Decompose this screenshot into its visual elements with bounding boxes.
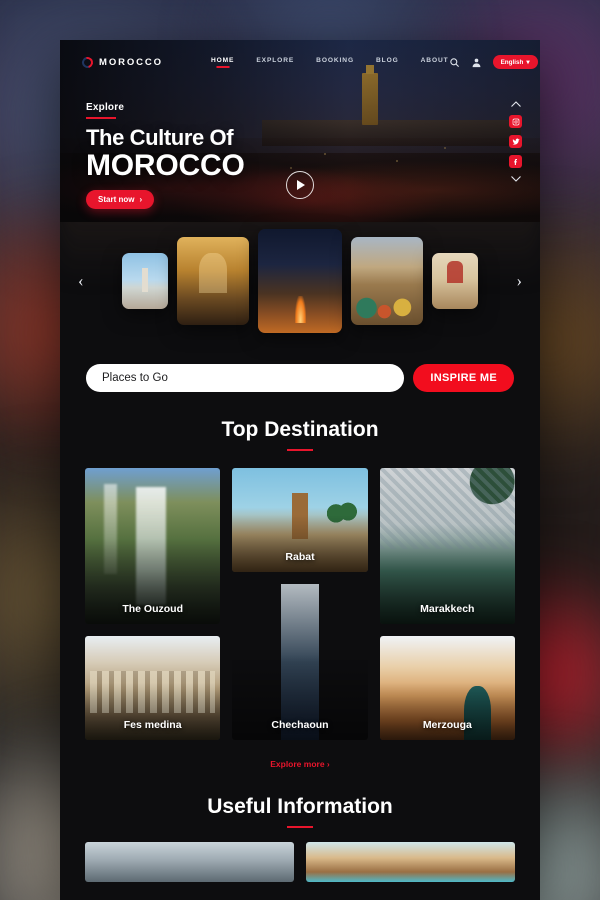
carousel-slide-minaret[interactable] bbox=[122, 253, 168, 309]
carousel-slide-shrine[interactable] bbox=[432, 253, 478, 309]
website-mockup: MOROCCO HOME EXPLORE BOOKING BLOG ABOUT … bbox=[60, 40, 540, 900]
destination-label: Merzouga bbox=[422, 719, 472, 731]
nav-link-booking[interactable]: BOOKING bbox=[316, 57, 354, 68]
destination-card-fes-medina[interactable]: Fes medina bbox=[85, 636, 221, 740]
info-card-1[interactable] bbox=[85, 842, 294, 882]
user-icon[interactable] bbox=[471, 57, 482, 68]
carousel-prev-button[interactable]: ‹ bbox=[78, 271, 84, 291]
twitter-icon[interactable] bbox=[509, 135, 522, 148]
nav-link-explore[interactable]: EXPLORE bbox=[256, 57, 294, 68]
nav-link-home[interactable]: HOME bbox=[211, 57, 234, 68]
destination-carousel: ‹ › bbox=[60, 222, 540, 340]
carousel-slide-desert-campfire[interactable] bbox=[258, 229, 342, 333]
destination-column-2: Rabat Chechaoun bbox=[232, 468, 368, 740]
facebook-icon[interactable] bbox=[509, 155, 522, 168]
hero-eyebrow: Explore bbox=[86, 102, 125, 113]
hero-title-line1: The Culture Of bbox=[86, 124, 234, 150]
carousel-slide-tannery[interactable] bbox=[351, 237, 423, 325]
nav-link-about[interactable]: ABOUT bbox=[421, 57, 449, 68]
destination-label: The Ouzoud bbox=[122, 603, 183, 615]
carousel-slide-riad-interior[interactable] bbox=[177, 237, 249, 325]
destination-card-marakkech[interactable]: Marakkech bbox=[379, 468, 515, 624]
hero-title-line2: MOROCCO bbox=[86, 148, 245, 182]
nav-actions: English ▾ bbox=[449, 55, 538, 69]
inspire-me-button[interactable]: INSPIRE ME bbox=[413, 364, 514, 392]
destination-card-merzouga[interactable]: Merzouga bbox=[379, 636, 515, 740]
top-destination-title: Top Destination bbox=[221, 418, 379, 441]
chevron-right-icon: › bbox=[139, 195, 143, 205]
carousel-next-button[interactable]: › bbox=[516, 271, 522, 291]
hero-eyebrow-rule bbox=[86, 117, 116, 119]
site-logo[interactable]: MOROCCO bbox=[79, 54, 163, 70]
search-input[interactable] bbox=[86, 364, 405, 392]
destination-label: Fes medina bbox=[123, 719, 182, 731]
play-video-button[interactable] bbox=[286, 171, 314, 199]
start-now-label: Start now bbox=[98, 195, 135, 205]
destination-column-3: Marakkech Merzouga bbox=[379, 468, 515, 740]
destination-grid: The Ouzoud Fes medina Rabat Chechaoun Ma… bbox=[60, 451, 540, 740]
useful-information-title: Useful Information bbox=[207, 795, 393, 818]
nav-links: HOME EXPLORE BOOKING BLOG ABOUT bbox=[211, 57, 449, 68]
main-navigation: MOROCCO HOME EXPLORE BOOKING BLOG ABOUT … bbox=[60, 40, 540, 84]
search-icon[interactable] bbox=[449, 57, 460, 68]
destination-label: Chechaoun bbox=[271, 719, 329, 731]
carousel-track bbox=[60, 222, 540, 340]
destination-card-chechaoun[interactable]: Chechaoun bbox=[232, 584, 368, 740]
language-selector[interactable]: English ▾ bbox=[492, 55, 538, 69]
logo-ring-icon bbox=[79, 54, 96, 70]
hero-copy: Explore The Culture Of MOROCCO Start now… bbox=[86, 102, 245, 210]
info-card-2[interactable] bbox=[306, 842, 515, 882]
destination-label: Marakkech bbox=[420, 603, 475, 615]
destination-card-rabat[interactable]: Rabat bbox=[232, 468, 368, 572]
social-rail bbox=[509, 100, 522, 183]
destination-card-the-ouzoud[interactable]: The Ouzoud bbox=[85, 468, 221, 624]
chevron-up-icon[interactable] bbox=[510, 100, 522, 108]
play-icon bbox=[297, 180, 305, 190]
chevron-down-icon[interactable] bbox=[510, 175, 522, 183]
language-label: English bbox=[500, 58, 524, 66]
nav-link-blog[interactable]: BLOG bbox=[376, 57, 399, 68]
destination-column-1: The Ouzoud Fes medina bbox=[85, 468, 221, 740]
logo-text: MOROCCO bbox=[99, 56, 163, 68]
explore-more-link[interactable]: Explore more › bbox=[60, 759, 540, 769]
hero-section: MOROCCO HOME EXPLORE BOOKING BLOG ABOUT … bbox=[60, 40, 540, 222]
destination-label: Rabat bbox=[285, 551, 315, 563]
search-row: INSPIRE ME bbox=[60, 340, 540, 392]
useful-information-cards bbox=[60, 828, 540, 882]
start-now-button[interactable]: Start now › bbox=[86, 190, 155, 210]
chevron-down-icon: ▾ bbox=[526, 58, 530, 66]
instagram-icon[interactable] bbox=[509, 115, 522, 128]
